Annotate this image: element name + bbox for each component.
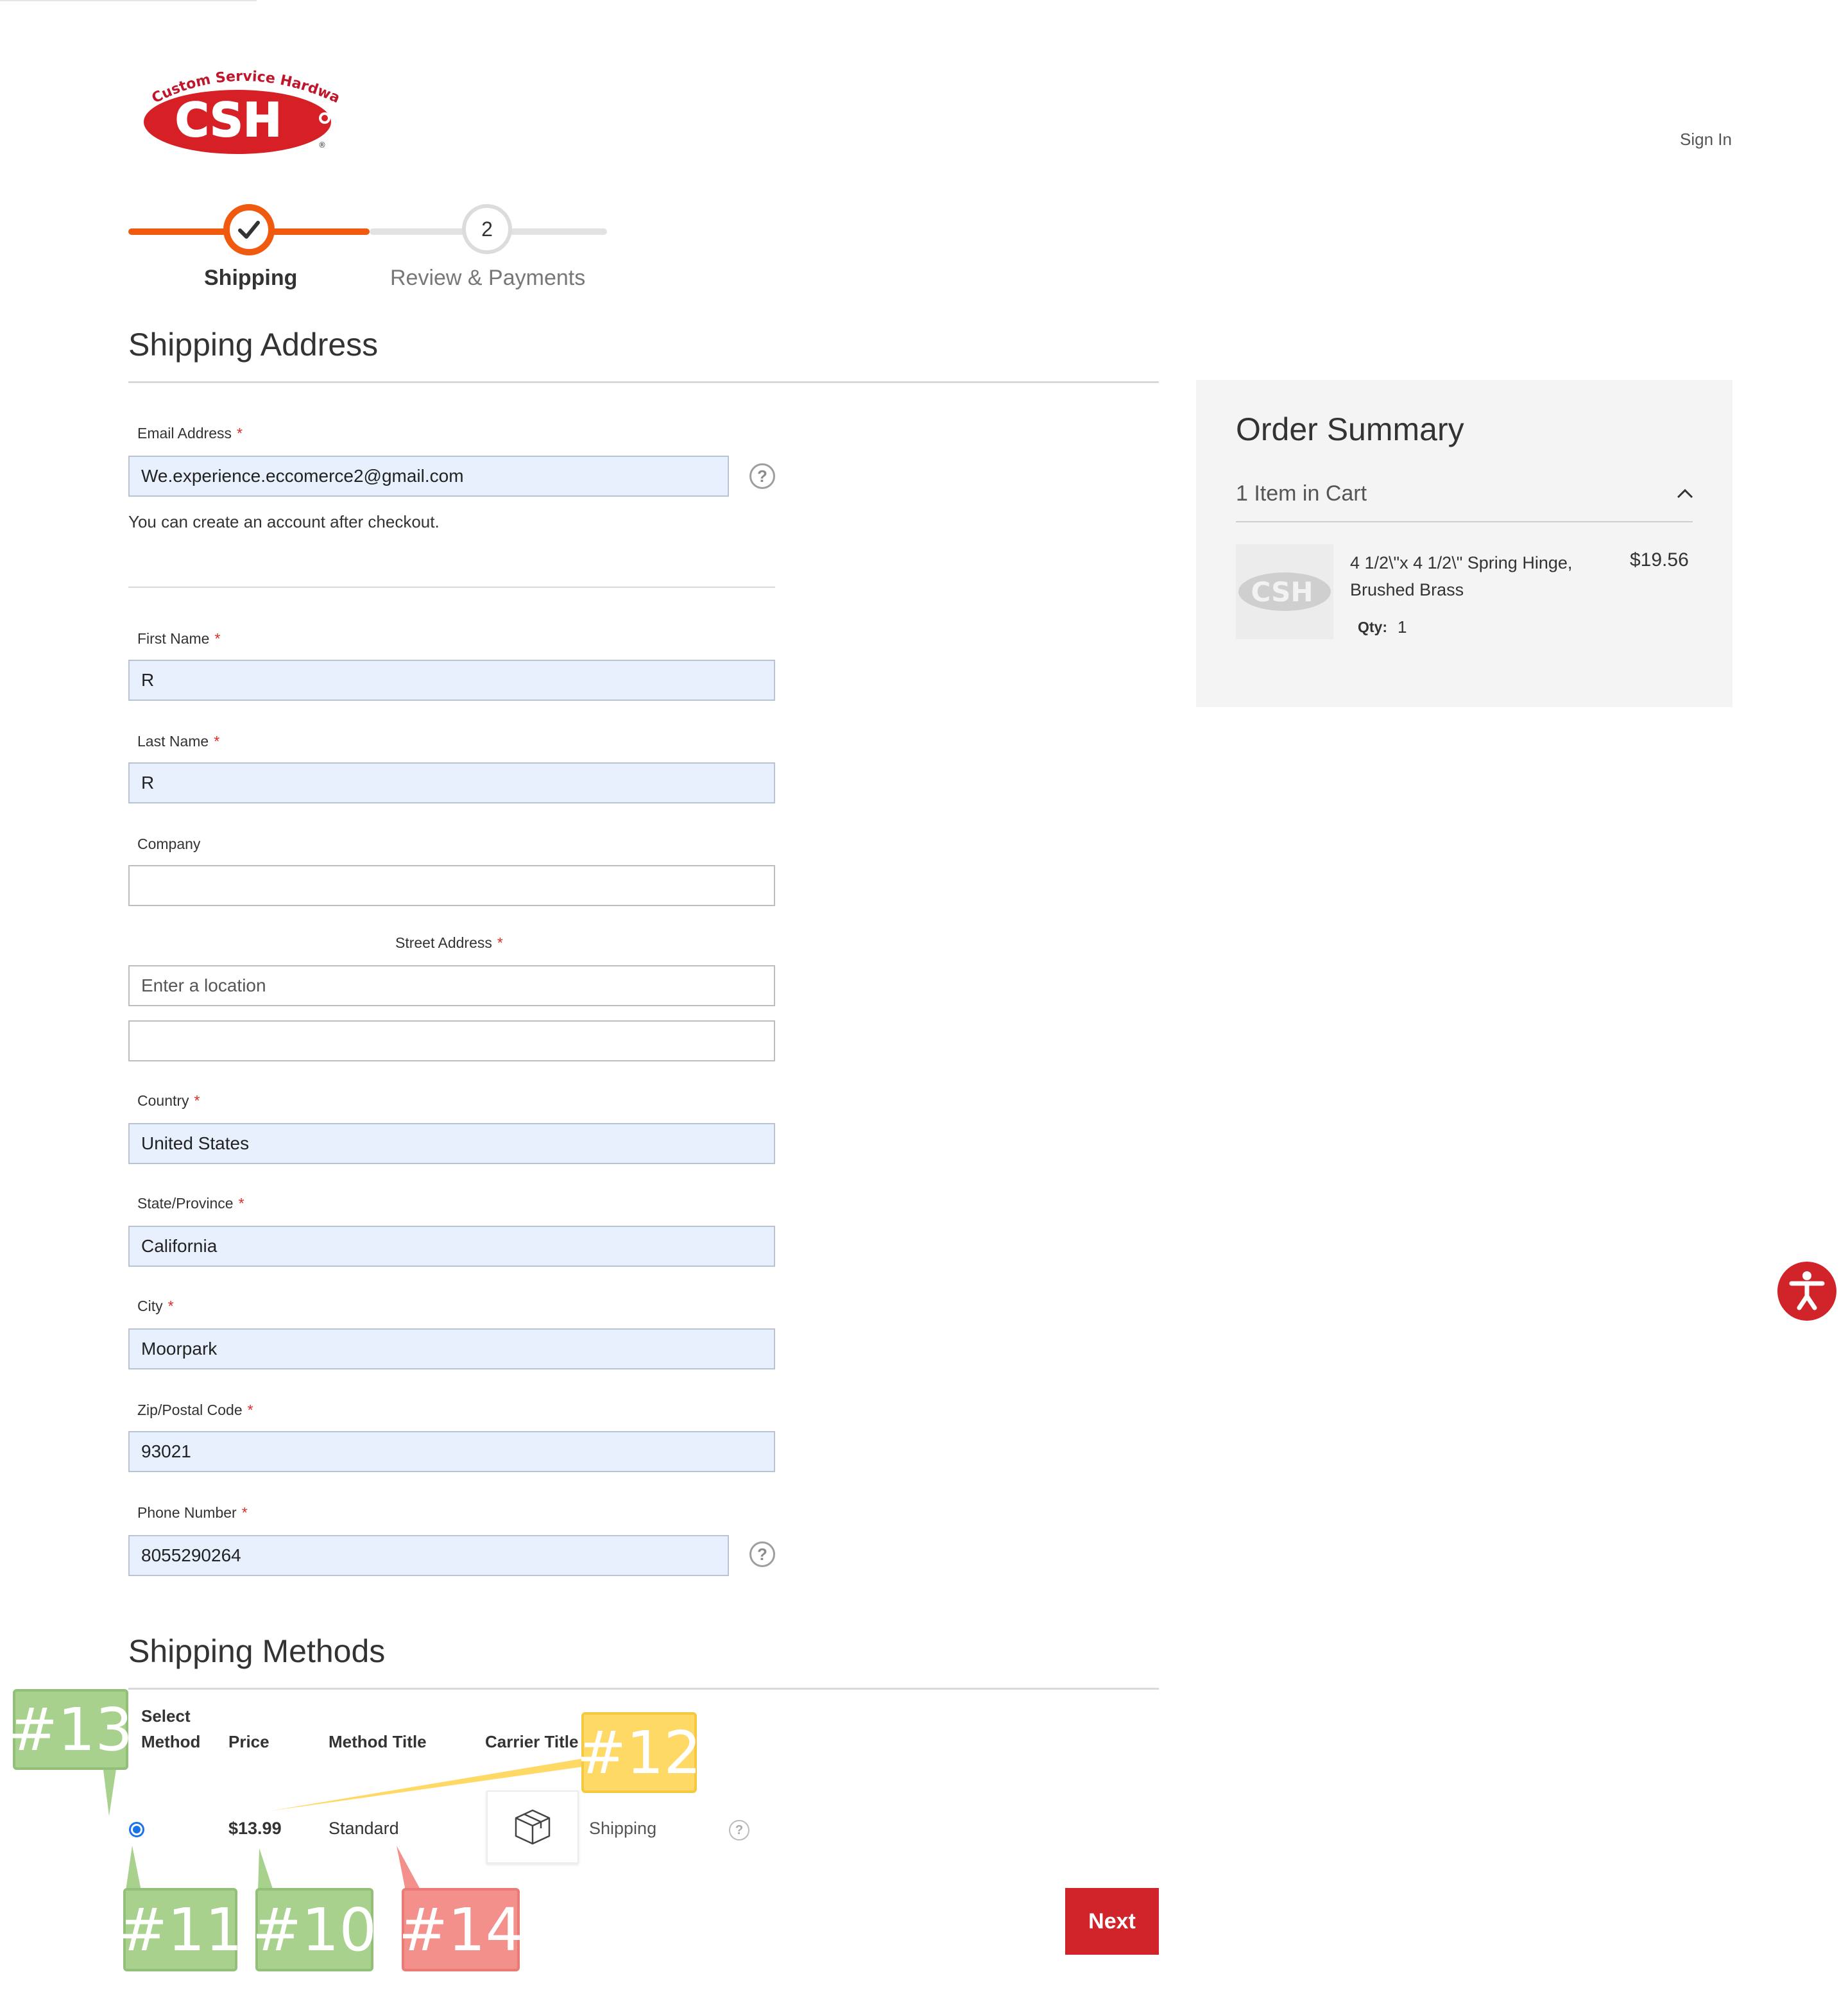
pointer-10: [258, 1848, 273, 1891]
annotation-tag-13: #13: [8, 1689, 133, 1770]
pointer-12: [270, 1758, 588, 1811]
pointer-14: [397, 1846, 421, 1891]
pointer-11: [126, 1846, 141, 1891]
annotation-pointers: [103, 1758, 588, 1891]
annotation-tag-10: #10: [252, 1888, 377, 1971]
annotation-tag-11: #11: [118, 1888, 243, 1971]
pointer-13: [103, 1765, 117, 1816]
annotation-tag-12: #12: [577, 1712, 701, 1793]
annotation-tag-14: #14: [398, 1888, 523, 1971]
